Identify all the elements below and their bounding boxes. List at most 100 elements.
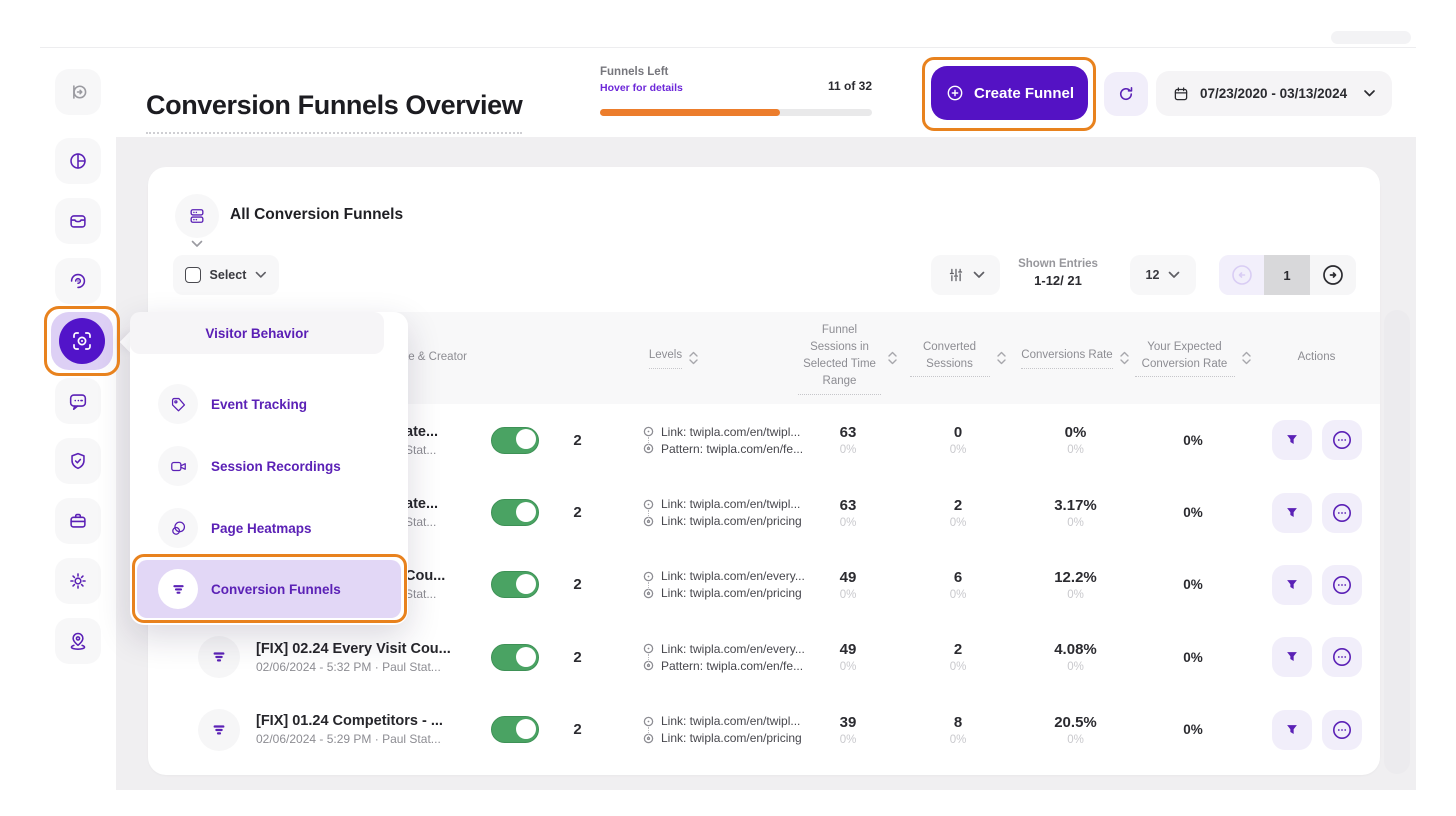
converted-value: 8 — [898, 714, 1018, 731]
sort-icon[interactable] — [1119, 350, 1130, 366]
view-funnel-button[interactable] — [1272, 637, 1312, 677]
sidebar-item-location[interactable] — [55, 618, 101, 664]
funnel-enabled-toggle[interactable] — [491, 644, 539, 671]
converted-value: 6 — [898, 569, 1018, 586]
create-funnel-button[interactable]: Create Funnel — [931, 66, 1088, 120]
current-page[interactable]: 1 — [1264, 255, 1310, 295]
menu-item-event-tracking[interactable]: Event Tracking — [146, 380, 392, 428]
popup-title: Visitor Behavior — [130, 312, 384, 354]
sidebar-item-feedback[interactable] — [55, 378, 101, 424]
funnel-meta: Stat... — [405, 443, 438, 457]
progress-fill — [600, 109, 780, 116]
hover-for-details-link[interactable]: Hover for details — [600, 82, 683, 94]
funnel-name[interactable]: Cou... — [405, 568, 445, 584]
levels-count: 2 — [550, 576, 605, 593]
more-options-button[interactable] — [1322, 710, 1362, 750]
sidebar-item-collapse[interactable] — [55, 69, 101, 115]
funnels-left-label: Funnels Left — [600, 66, 872, 78]
column-header-rate[interactable]: Conversions Rate — [1018, 347, 1133, 368]
date-range-picker[interactable]: 07/23/2020 - 03/13/2024 — [1156, 71, 1392, 116]
sort-icon[interactable] — [996, 350, 1007, 366]
sidebar-item-dashboard[interactable] — [55, 138, 101, 184]
sidebar-item-settings[interactable] — [55, 558, 101, 604]
sessions-value: 49 — [798, 641, 898, 658]
funnel-name[interactable]: ate... — [405, 496, 438, 512]
step-connector — [648, 654, 649, 666]
funnel-enabled-toggle[interactable] — [491, 716, 539, 743]
arrow-left-icon — [1229, 262, 1255, 288]
column-filter-button[interactable] — [931, 255, 1000, 295]
sort-icon[interactable] — [1241, 350, 1252, 366]
column-header-converted[interactable]: Converted Sessions — [898, 339, 1018, 378]
view-funnel-button[interactable] — [1272, 565, 1312, 605]
levels-count: 2 — [550, 432, 605, 449]
funnels-count: 11 of 32 — [828, 79, 872, 93]
location-pin-icon — [67, 630, 89, 652]
funnel-name[interactable]: [FIX] 01.24 Competitors - ... — [256, 713, 443, 729]
step-connector — [648, 727, 649, 739]
chevron-down-icon[interactable] — [191, 240, 203, 248]
statistics-icon — [67, 270, 89, 292]
funnel-name[interactable]: [FIX] 02.24 Every Visit Cou... — [256, 641, 451, 657]
refresh-icon — [1116, 84, 1136, 104]
sidebar-item-visitor-behavior[interactable] — [59, 318, 105, 364]
levels-count: 2 — [550, 721, 605, 738]
funnel-chart-icon — [1283, 431, 1301, 449]
more-options-button[interactable] — [1322, 565, 1362, 605]
rate-value: 3.17% — [1018, 497, 1133, 514]
sidebar-item-statistics[interactable] — [55, 258, 101, 304]
page-title: Conversion Funnels Overview — [146, 90, 522, 134]
funnel-enabled-toggle[interactable] — [491, 571, 539, 598]
column-header-expected[interactable]: Your Expected Conversion Rate — [1133, 339, 1253, 378]
screen: Conversion Funnels Overview Funnels Left… — [0, 0, 1456, 816]
step-start-icon — [643, 716, 654, 727]
converted-value: 0 — [898, 424, 1018, 441]
more-options-button[interactable] — [1322, 420, 1362, 460]
sidebar-item-inbox[interactable] — [55, 198, 101, 244]
funnel-enabled-toggle[interactable] — [491, 499, 539, 526]
more-options-button[interactable] — [1322, 493, 1362, 533]
select-checkbox[interactable] — [185, 267, 201, 283]
menu-item-page-heatmaps[interactable]: Page Heatmaps — [146, 504, 392, 552]
funnel-meta: Stat... — [405, 515, 438, 529]
next-page-button[interactable] — [1310, 255, 1356, 295]
sessions-sub: 0% — [798, 589, 898, 601]
step-start-icon — [643, 499, 654, 510]
funnel-name[interactable]: ate... — [405, 424, 438, 440]
view-funnel-button[interactable] — [1272, 420, 1312, 460]
step-connector — [648, 510, 649, 522]
sliders-icon — [947, 266, 965, 284]
select-dropdown[interactable]: Select — [173, 255, 279, 295]
page-size-dropdown[interactable]: 12 — [1130, 255, 1196, 295]
expected-rate: 0% — [1133, 433, 1253, 448]
refresh-button[interactable] — [1104, 72, 1148, 116]
view-funnel-button[interactable] — [1272, 493, 1312, 533]
funnel-steps: Link: twipla.com/en/twipl... Pattern: tw… — [605, 423, 798, 457]
shield-check-icon — [67, 450, 89, 472]
converted-sub: 0% — [898, 517, 1018, 529]
more-icon — [1330, 645, 1354, 669]
sessions-sub: 0% — [798, 734, 898, 746]
sessions-sub: 0% — [798, 444, 898, 456]
sidebar-item-business[interactable] — [55, 498, 101, 544]
scrollbar[interactable] — [1384, 310, 1410, 774]
sort-icon[interactable] — [887, 350, 898, 366]
funnel-icon — [158, 569, 198, 609]
arrow-right-icon — [1320, 262, 1346, 288]
shown-entries-label: Shown Entries — [1003, 258, 1113, 270]
menu-item-conversion-funnels[interactable]: Conversion Funnels — [137, 560, 401, 618]
table-row: [FIX] 01.24 Competitors - ...02/06/2024 … — [173, 694, 1380, 766]
funnel-meta: Stat... — [405, 587, 445, 601]
sidebar-item-privacy[interactable] — [55, 438, 101, 484]
inbox-icon — [67, 210, 89, 232]
column-header-sessions[interactable]: Funnel Sessions in Selected Time Range — [798, 322, 898, 395]
column-header-levels[interactable]: Levels — [550, 347, 798, 368]
funnel-steps: Link: twipla.com/en/twipl... Link: twipl… — [605, 496, 798, 530]
rate-sub: 0% — [1018, 734, 1133, 746]
view-funnel-button[interactable] — [1272, 710, 1312, 750]
more-options-button[interactable] — [1322, 637, 1362, 677]
funnel-enabled-toggle[interactable] — [491, 427, 539, 454]
sort-icon[interactable] — [688, 350, 699, 366]
previous-page-button[interactable] — [1219, 255, 1264, 295]
menu-item-session-recordings[interactable]: Session Recordings — [146, 442, 392, 490]
